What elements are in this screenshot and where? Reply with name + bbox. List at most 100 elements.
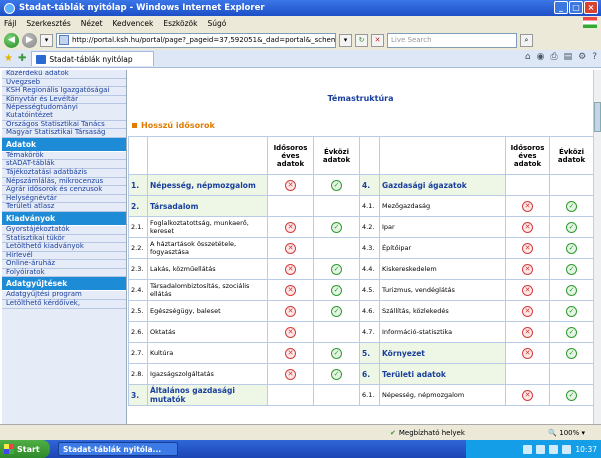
home-icon[interactable]: ⌂ (525, 52, 531, 62)
infra-data-icon[interactable]: ✓ (331, 263, 342, 275)
page-menu-icon[interactable]: ▤ (564, 52, 573, 62)
infra-data-icon[interactable]: ✓ (331, 347, 342, 359)
tools-menu-icon[interactable]: ⚙ (578, 52, 586, 62)
topic-link-right[interactable]: Környezet (379, 342, 506, 364)
zoom-level[interactable]: 🔍 100% ▾ (548, 429, 585, 437)
menu-view[interactable]: Nézet (81, 19, 103, 28)
annual-data-icon[interactable]: ✕ (285, 179, 296, 191)
help-icon[interactable]: ? (592, 52, 597, 62)
nav-dropdown-icon[interactable]: ▾ (40, 33, 53, 47)
stop-icon[interactable]: ✕ (371, 33, 384, 47)
annual-data-icon[interactable]: ✕ (522, 221, 533, 233)
topic-link-right[interactable]: Kiskereskedelem (379, 258, 506, 280)
topic-link-right[interactable]: Építőipar (379, 237, 506, 259)
minimize-button[interactable]: _ (554, 1, 568, 14)
annual-data-icon[interactable]: ✕ (522, 389, 533, 401)
sidebar-section-adatok[interactable]: Adatok (2, 137, 126, 152)
infra-data-icon[interactable]: ✓ (331, 368, 342, 380)
topic-link-right[interactable]: Gazdasági ágazatok (379, 174, 506, 196)
sidebar-section-kiadvanyok[interactable]: Kiadványok (2, 211, 126, 226)
tray-shield-icon[interactable] (536, 444, 546, 454)
forward-button[interactable]: ▶ (22, 32, 37, 48)
infra-data-icon[interactable]: ✓ (566, 389, 577, 401)
infra-data-icon[interactable]: ✓ (331, 284, 342, 296)
infra-data-icon[interactable]: ✓ (566, 242, 577, 254)
refresh-icon[interactable]: ↻ (355, 33, 368, 47)
sidebar-item-tarsasag[interactable]: Magyar Statisztikai Társaság (2, 129, 126, 138)
add-favorite-icon[interactable]: ✚ (18, 53, 26, 64)
maximize-button[interactable]: □ (569, 1, 583, 14)
annual-data-icon[interactable]: ✕ (522, 284, 533, 296)
topic-link-left[interactable]: Oktatás (147, 321, 268, 343)
sidebar-item-teruleti-atlasz[interactable]: Területi atlasz (2, 203, 126, 212)
topic-link-right[interactable]: Területi adatok (379, 363, 506, 385)
infra-data-icon[interactable]: ✓ (331, 305, 342, 317)
sidebar-item-nepessegtudomanyi[interactable]: Népességtudományi Kutatóintézet (2, 104, 126, 121)
start-button[interactable]: Start (0, 440, 50, 458)
annual-data-icon[interactable]: ✕ (522, 305, 533, 317)
security-zone[interactable]: ✔ Megbízható helyek (390, 429, 465, 437)
topic-link-left[interactable]: Kultúra (147, 342, 268, 364)
back-button[interactable]: ◀ (4, 32, 19, 48)
annual-data-icon[interactable]: ✕ (522, 326, 533, 338)
annual-data-icon[interactable]: ✕ (285, 284, 296, 296)
topic-link-right[interactable]: Ipar (379, 216, 506, 238)
annual-data-icon[interactable]: ✕ (522, 242, 533, 254)
annual-data-icon[interactable]: ✕ (285, 326, 296, 338)
annual-data-icon[interactable]: ✕ (522, 263, 533, 275)
topic-link-left[interactable]: Általános gazdasági mutatók (147, 384, 268, 406)
annual-data-icon[interactable]: ✕ (522, 347, 533, 359)
feeds-icon[interactable]: ◉ (537, 52, 545, 62)
topic-link-right[interactable]: Népesség, népmozgalom (379, 384, 506, 406)
annual-data-icon[interactable]: ✕ (285, 242, 296, 254)
topic-link-left[interactable]: Foglalkoztatottság, munkaerő, kereset (147, 216, 268, 238)
infra-data-icon[interactable]: ✓ (566, 347, 577, 359)
menu-favorites[interactable]: Kedvencek (113, 19, 154, 28)
annual-data-icon[interactable]: ✕ (522, 200, 533, 212)
infra-data-icon[interactable]: ✓ (566, 284, 577, 296)
infra-data-icon[interactable]: ✓ (331, 179, 342, 191)
topic-link-left[interactable]: Egészségügy, baleset (147, 300, 268, 322)
infra-data-icon[interactable]: ✓ (566, 305, 577, 317)
infra-data-icon[interactable]: ✓ (566, 326, 577, 338)
menu-tools[interactable]: Eszközök (163, 19, 197, 28)
topic-link-left[interactable]: Társadalombiztosítás, szociális ellátás (147, 279, 268, 301)
annual-data-icon[interactable]: ✕ (285, 368, 296, 380)
url-input[interactable]: http://portal.ksh.hu/portal/page?_pageid… (56, 32, 336, 48)
topic-link-left[interactable]: Lakás, közműellátás (147, 258, 268, 280)
url-dropdown-icon[interactable]: ▾ (339, 33, 352, 47)
sidebar-item-kerdoivek[interactable]: Letölthető kérdőívek, (2, 299, 126, 309)
topic-link-left[interactable]: Népesség, népmozgalom (147, 174, 268, 196)
tray-network-icon[interactable] (523, 444, 533, 454)
infra-data-icon[interactable]: ✓ (566, 221, 577, 233)
menu-help[interactable]: Súgó (207, 19, 226, 28)
taskbar-item-ie[interactable]: Stadat-táblák nyitóla... (58, 442, 178, 456)
menu-file[interactable]: Fájl (4, 19, 16, 28)
vertical-scrollbar[interactable] (593, 70, 601, 424)
sidebar-item-folyoiratok[interactable]: Folyóiratok (2, 268, 126, 278)
topic-link-left[interactable]: A háztartások összetétele, fogyasztása (147, 237, 268, 259)
annual-data-icon[interactable]: ✕ (285, 221, 296, 233)
close-button[interactable]: × (584, 1, 598, 14)
topic-link-right[interactable]: Szállítás, közlekedés (379, 300, 506, 322)
infra-data-icon[interactable]: ✓ (566, 263, 577, 275)
tray-volume-icon[interactable] (549, 444, 559, 454)
search-icon[interactable]: ⌕ (520, 33, 533, 47)
tray-update-icon[interactable] (562, 444, 572, 454)
print-icon[interactable]: ⎙ (550, 52, 557, 62)
scrollbar-thumb[interactable] (594, 102, 601, 132)
favorites-star-icon[interactable]: ★ (4, 53, 13, 64)
topic-link-right[interactable]: Turizmus, vendéglátás (379, 279, 506, 301)
topic-link-left[interactable]: Igazságszolgáltatás (147, 363, 268, 385)
topic-link-right[interactable]: Információ-statisztika (379, 321, 506, 343)
annual-data-icon[interactable]: ✕ (285, 305, 296, 317)
annual-data-icon[interactable]: ✕ (285, 263, 296, 275)
infra-data-icon[interactable]: ✓ (331, 221, 342, 233)
infra-data-icon[interactable]: ✓ (566, 200, 577, 212)
annual-data-icon[interactable]: ✕ (285, 347, 296, 359)
topic-link-right[interactable]: Mezőgazdaság (379, 195, 506, 217)
menu-edit[interactable]: Szerkesztés (26, 19, 70, 28)
search-input[interactable]: Live Search (387, 32, 517, 48)
tab-stadat[interactable]: Stadat-táblák nyitólap (31, 51, 154, 66)
topic-link-left[interactable]: Társadalom (147, 195, 268, 217)
